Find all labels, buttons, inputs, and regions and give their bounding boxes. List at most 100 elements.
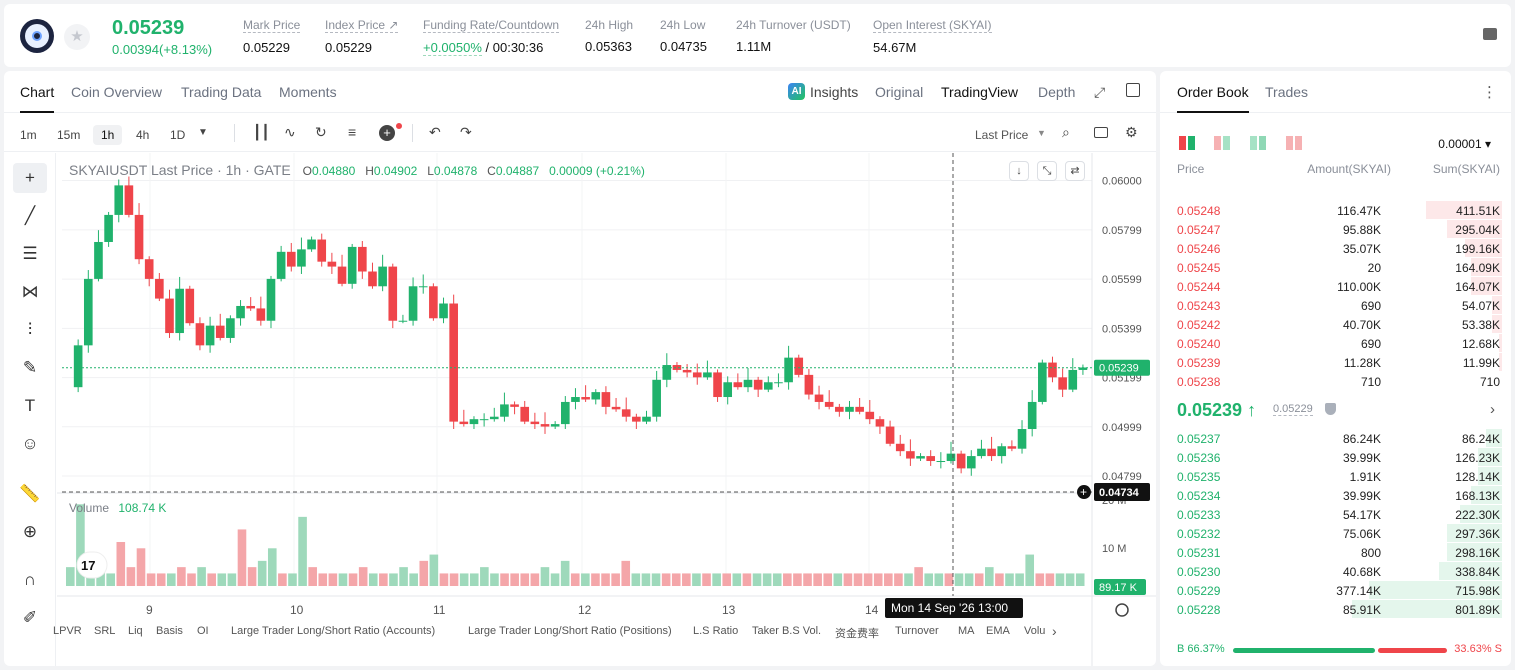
tab-coin-overview[interactable]: Coin Overview [71, 84, 162, 100]
indicator-item[interactable]: Basis [156, 625, 183, 637]
add-indicator-icon[interactable]: + [379, 125, 395, 141]
volume-bar [803, 573, 812, 586]
candle [104, 214, 113, 242]
refresh-icon[interactable]: ↻ [315, 124, 327, 141]
pattern-icon[interactable]: ⋈ [13, 277, 47, 307]
view-sells-icon[interactable] [1286, 136, 1302, 150]
trendline-icon[interactable]: ╱ [13, 201, 47, 231]
precision-select[interactable]: 0.00001 ▾ [1438, 137, 1491, 151]
ask-row[interactable]: 0.05240 690 12.68K [1172, 334, 1502, 353]
view-asks-icon[interactable] [1214, 136, 1230, 150]
indicator-item[interactable]: MA [958, 625, 975, 637]
stat-index-price[interactable]: Index Price ↗ 0.05229 [325, 18, 399, 55]
undo-icon[interactable]: ↶ [429, 124, 441, 141]
more-menu-icon[interactable]: ⋮ [1482, 83, 1497, 101]
indicator-item[interactable]: LPVR [53, 625, 82, 637]
expand-icon[interactable]: ⤢ [1094, 84, 1105, 101]
axis-settings-icon[interactable] [1115, 603, 1129, 617]
tab-chart[interactable]: Chart [20, 84, 55, 113]
horizontal-lines-icon[interactable]: ☰ [13, 239, 47, 269]
indicator-item[interactable]: Turnover [895, 625, 939, 637]
pencil-lock-icon[interactable]: ✐ [13, 603, 47, 633]
bid-row[interactable]: 0.05228 85.91K 801.89K [1172, 600, 1502, 619]
y-tick-label: 0.04999 [1102, 422, 1142, 434]
timeframe-1m[interactable]: 1m [12, 125, 45, 145]
price-source-select[interactable]: Last Price [967, 125, 1036, 145]
ask-row[interactable]: 0.05248 116.47K 411.51K [1172, 201, 1502, 220]
lines-icon[interactable]: ≡ [348, 124, 356, 140]
ruler-icon[interactable]: 📏 [13, 479, 47, 509]
tab-trades[interactable]: Trades [1265, 84, 1308, 100]
volume-bar [540, 567, 550, 586]
stat-open-interest[interactable]: Open Interest (SKYAI) 54.67M [873, 18, 992, 55]
price-chart[interactable]: 0.060000.057990.055990.053990.051990.049… [57, 153, 1156, 666]
brush-icon[interactable]: ✎ [13, 353, 47, 383]
chevron-down-icon[interactable]: ▼ [1037, 128, 1046, 138]
stat-mark-price[interactable]: Mark Price 0.05229 [243, 18, 301, 55]
indicator-item[interactable]: L.S Ratio [693, 625, 738, 637]
tab-insights[interactable]: Insights [810, 84, 858, 100]
search-icon[interactable]: ⌕ [1062, 124, 1070, 141]
bid-row[interactable]: 0.05230 40.68K 338.84K [1172, 562, 1502, 581]
stat-funding-rate[interactable]: Funding Rate/Countdown +0.0050% / 00:30:… [423, 18, 560, 56]
favorite-star-icon[interactable]: ★ [64, 24, 90, 50]
timeframe-1h[interactable]: 1h [93, 125, 123, 145]
bid-row[interactable]: 0.05237 86.24K 86.24K [1172, 429, 1502, 448]
book-icon[interactable] [1483, 28, 1497, 40]
tab-order-book[interactable]: Order Book [1177, 84, 1249, 113]
indicator-item[interactable]: SRL [94, 625, 115, 637]
tab-trading-data[interactable]: Trading Data [181, 84, 261, 100]
arrow-down-icon[interactable]: ↓ [1009, 161, 1029, 181]
text-icon[interactable]: T [13, 391, 47, 421]
bid-row[interactable]: 0.05229 377.14K 715.98K [1172, 581, 1502, 600]
indicators-icon[interactable]: ∿ [284, 124, 296, 141]
view-both-icon[interactable] [1179, 136, 1195, 150]
timeframe-15m[interactable]: 15m [49, 125, 88, 145]
zoom-in-icon[interactable]: ⊕ [13, 517, 47, 547]
indicator-item[interactable]: Large Trader Long/Short Ratio (Positions… [468, 625, 672, 637]
fit-screen-icon[interactable]: ⇄ [1065, 161, 1085, 181]
bid-row[interactable]: 0.05236 39.99K 126.23K [1172, 448, 1502, 467]
bid-row[interactable]: 0.05232 75.06K 297.36K [1172, 524, 1502, 543]
indicator-item[interactable]: Volu [1024, 625, 1045, 637]
tab-original[interactable]: Original [875, 84, 923, 100]
ask-row[interactable]: 0.05245 20 164.09K [1172, 258, 1502, 277]
ask-row[interactable]: 0.05244 110.00K 164.07K [1172, 277, 1502, 296]
bid-row[interactable]: 0.05233 54.17K 222.30K [1172, 505, 1502, 524]
ask-row[interactable]: 0.05239 11.28K 11.99K [1172, 353, 1502, 372]
magnet-icon[interactable]: ∩ [13, 565, 47, 595]
timeframe-4h[interactable]: 4h [128, 125, 157, 145]
indicator-item[interactable]: OI [197, 625, 209, 637]
window-icon[interactable] [1126, 83, 1140, 97]
bid-row[interactable]: 0.05234 39.99K 168.13K [1172, 486, 1502, 505]
ask-row[interactable]: 0.05247 95.88K 295.04K [1172, 220, 1502, 239]
candles-icon[interactable]: ┃┃ [253, 124, 270, 141]
timeframe-1d[interactable]: 1D [162, 125, 193, 145]
emoji-icon[interactable]: ☺ [13, 429, 47, 459]
bid-row[interactable]: 0.05235 1.91K 128.14K [1172, 467, 1502, 486]
tab-tradingview[interactable]: TradingView [941, 84, 1018, 100]
indicator-item[interactable]: EMA [986, 625, 1010, 637]
gear-icon[interactable]: ⚙ [1125, 124, 1138, 141]
timeframe-dropdown-icon[interactable]: ▼ [198, 127, 208, 138]
tab-depth[interactable]: Depth [1038, 84, 1075, 100]
indicator-item[interactable]: 资金费率 [835, 625, 879, 641]
ask-row[interactable]: 0.05246 35.07K 199.16K [1172, 239, 1502, 258]
view-bids-icon[interactable] [1250, 136, 1266, 150]
indicator-item[interactable]: Large Trader Long/Short Ratio (Accounts) [231, 625, 435, 637]
ask-row[interactable]: 0.05238 710 710 [1172, 372, 1502, 391]
ask-row[interactable]: 0.05243 690 54.07K [1172, 296, 1502, 315]
chevron-right-icon[interactable]: › [1490, 401, 1495, 418]
fib-icon[interactable]: ⫶ [13, 315, 47, 345]
camera-icon[interactable] [1094, 127, 1108, 138]
ask-row[interactable]: 0.05242 40.70K 53.38K [1172, 315, 1502, 334]
collapse-icon[interactable]: ⤡ [1037, 161, 1057, 181]
bid-row[interactable]: 0.05231 800 298.16K [1172, 543, 1502, 562]
redo-icon[interactable]: ↷ [460, 124, 472, 141]
chevron-right-icon[interactable]: › [1052, 623, 1057, 639]
indicator-item[interactable]: Taker B.S Vol. [752, 625, 821, 637]
tab-moments[interactable]: Moments [279, 84, 337, 100]
y-tick-label: 0.05799 [1102, 225, 1142, 237]
crosshair-icon[interactable]: + [13, 163, 47, 193]
indicator-item[interactable]: Liq [128, 625, 143, 637]
